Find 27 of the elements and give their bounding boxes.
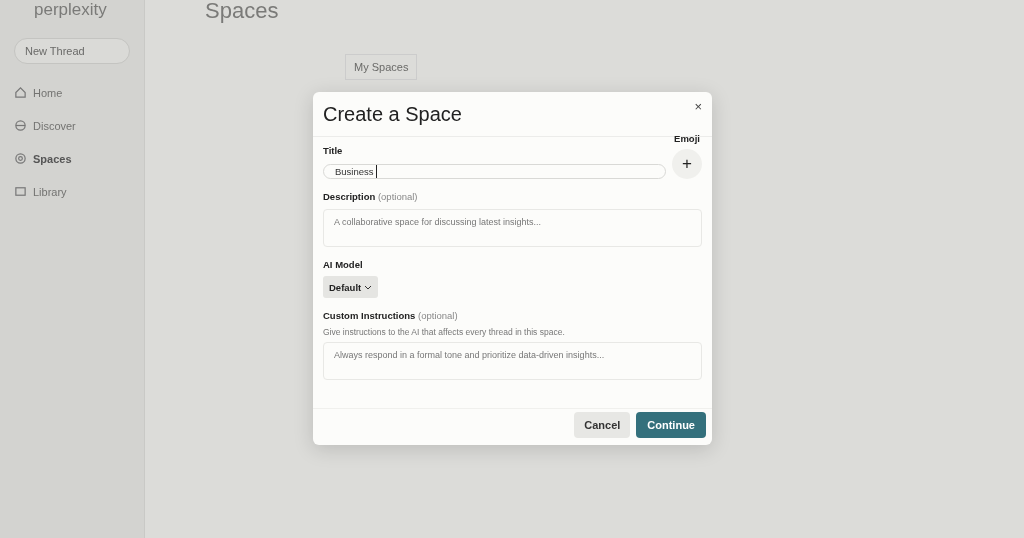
- nav-item[interactable]: Spaces: [14, 144, 130, 173]
- field-label: Custom Instructions (optional): [323, 310, 459, 321]
- dialog-title: Create a Space: [323, 102, 462, 126]
- chevron-down-icon: [364, 284, 373, 290]
- home-icon: [14, 86, 27, 99]
- new-thread-button[interactable]: New Thread: [14, 38, 130, 64]
- nav-item[interactable]: Home: [14, 78, 130, 107]
- target-icon: [14, 152, 27, 165]
- tab[interactable]: My Spaces: [345, 54, 418, 80]
- field-label: Description (optional): [323, 191, 419, 202]
- nav-item[interactable]: Discover: [14, 111, 130, 140]
- nav-item[interactable]: Library: [14, 177, 130, 206]
- cancel-button[interactable]: Cancel: [574, 412, 631, 438]
- model-dropdown[interactable]: Default: [323, 276, 379, 298]
- field-label: AI Model: [323, 259, 364, 270]
- help-text: Give instructions to the AI that affects every thread in this space.: [323, 327, 566, 337]
- description-field[interactable]: A collaborative space for discussing latest insights...: [323, 209, 702, 247]
- logo: perplexity: [33, 0, 108, 21]
- field-label: Emoji: [674, 133, 700, 144]
- close-button[interactable]: ×: [694, 98, 702, 114]
- add-emoji-button[interactable]: +: [672, 149, 702, 179]
- globe-icon: [14, 119, 27, 132]
- field-label: Title: [323, 145, 344, 156]
- continue-button[interactable]: Continue: [636, 412, 706, 438]
- instructions-field[interactable]: Always respond in a formal tone and prioritize data-driven insights...: [323, 342, 702, 380]
- page-title: Spaces: [205, 0, 279, 24]
- folder-icon: [14, 185, 27, 198]
